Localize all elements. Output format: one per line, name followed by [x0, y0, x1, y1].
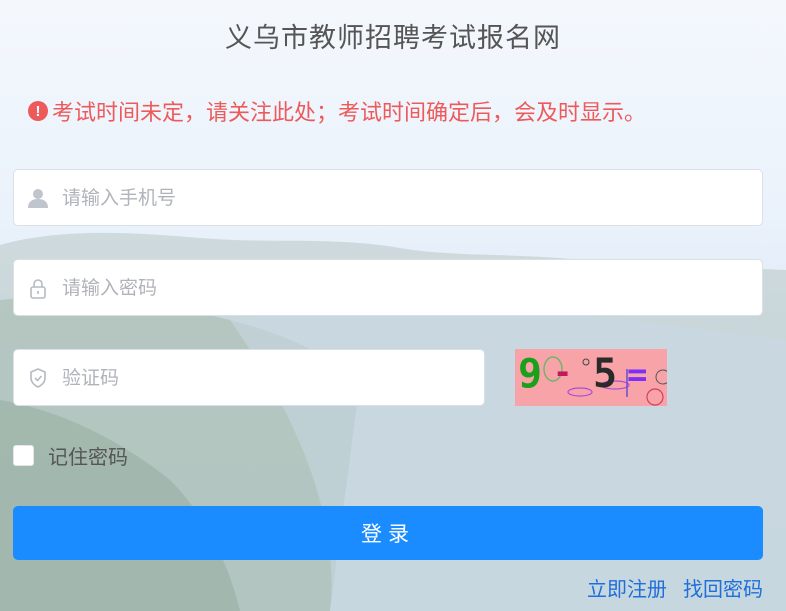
- captcha-char-3: 5: [593, 351, 618, 397]
- exclamation-circle-icon: !: [28, 101, 48, 121]
- password-field[interactable]: [13, 259, 763, 316]
- login-page: 义乌市教师招聘考试报名网 ! 考试时间未定，请关注此处；考试时间确定后，会及时显…: [0, 0, 786, 611]
- notice-text: 考试时间未定，请关注此处；考试时间确定后，会及时显示。: [52, 101, 647, 126]
- remember-label: 记住密码: [48, 445, 128, 469]
- phone-field[interactable]: [13, 169, 763, 226]
- register-link[interactable]: 立即注册: [587, 573, 667, 602]
- exam-time-notice: ! 考试时间未定，请关注此处；考试时间确定后，会及时显示。: [28, 96, 646, 126]
- remember-password[interactable]: 记住密码: [13, 441, 128, 470]
- remember-checkbox[interactable]: [13, 445, 34, 466]
- captcha-input[interactable]: [62, 350, 484, 405]
- captcha-char-1: 9: [518, 351, 543, 397]
- shield-icon: [14, 367, 62, 389]
- footer-links: 立即注册 找回密码: [587, 573, 763, 602]
- password-input[interactable]: [62, 260, 762, 315]
- captcha-field[interactable]: [13, 349, 485, 406]
- captcha-text: 9 - 5 =: [515, 349, 667, 406]
- user-icon: [14, 187, 62, 209]
- captcha-char-4: =: [627, 355, 648, 395]
- page-title: 义乌市教师招聘考试报名网: [225, 23, 561, 54]
- captcha-image[interactable]: 9 - 5 =: [515, 349, 667, 406]
- lock-icon: [14, 277, 62, 299]
- phone-input[interactable]: [62, 170, 762, 225]
- captcha-char-2: -: [553, 353, 573, 391]
- login-button[interactable]: 登录: [13, 506, 763, 560]
- recover-password-link[interactable]: 找回密码: [683, 573, 763, 602]
